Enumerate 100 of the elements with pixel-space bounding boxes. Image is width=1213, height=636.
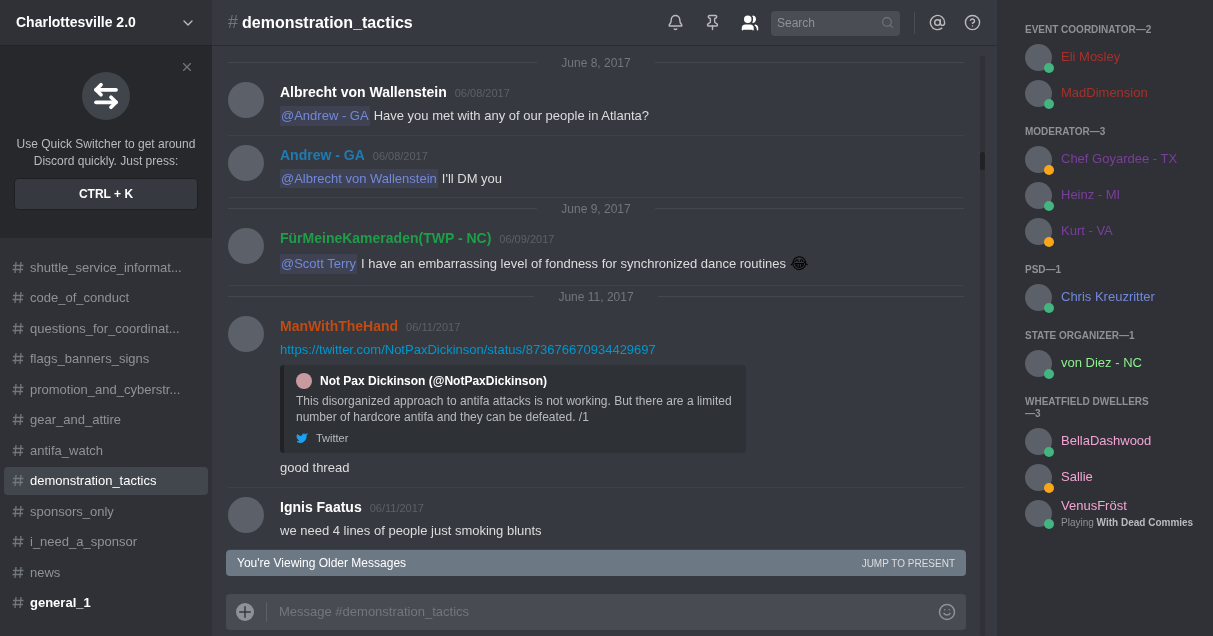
members-icon[interactable] xyxy=(741,13,759,32)
member-name: von Diez - NC xyxy=(1061,354,1142,373)
member-name: Kurt - VA xyxy=(1061,222,1113,241)
avatar xyxy=(1025,181,1052,209)
close-icon[interactable] xyxy=(180,60,194,74)
hash-icon xyxy=(12,565,24,579)
channel-item[interactable]: antifa_watch xyxy=(4,436,208,465)
channel-title: demonstration_tactics xyxy=(242,12,413,33)
user-mention[interactable]: @Albrecht von Wallenstein xyxy=(280,168,438,188)
jump-to-present-link[interactable]: JUMP TO PRESENT xyxy=(861,555,955,571)
author-name[interactable]: Albrecht von Wallenstein xyxy=(280,82,447,103)
avatar[interactable] xyxy=(228,228,264,264)
channel-item[interactable]: i_need_a_sponsor xyxy=(4,527,208,556)
member-item[interactable]: Sallie xyxy=(1025,462,1213,492)
channel-item[interactable]: shuttle_service_informat... xyxy=(4,253,208,282)
member-name: Sallie xyxy=(1061,468,1093,487)
author-name[interactable]: FürMeineKameraden(TWP - NC) xyxy=(280,228,492,249)
message-text: I'll DM you xyxy=(441,169,503,188)
channel-item[interactable]: questions_for_coordinat... xyxy=(4,314,208,343)
hash-icon xyxy=(12,291,24,305)
bird-icon xyxy=(296,431,308,444)
channel-item[interactable]: news xyxy=(4,558,208,587)
embed-footer: Twitter xyxy=(316,429,349,446)
embed-text: This disorganized approach to antifa attacks is not working. But there are a limited number of hardcore antifa and they can be defeated. /1 xyxy=(296,392,733,425)
role-heading: WHEATFIELD DWELLERS—3 xyxy=(1025,396,1150,420)
role-heading: EVENT COORDINATOR—2 xyxy=(1025,24,1153,36)
message-text: Have you met with any of our people in Atlanta? xyxy=(373,107,649,125)
embed-author[interactable]: Not Pax Dickinson (@NotPaxDickinson) xyxy=(320,371,548,390)
channel-item[interactable]: flags_banners_signs xyxy=(4,344,208,373)
avatar[interactable] xyxy=(228,144,264,181)
hash-icon xyxy=(12,596,24,610)
member-item[interactable]: VenusFröst Playing With Dead Commies xyxy=(1025,498,1213,528)
hash-icon xyxy=(12,504,24,518)
author-name[interactable]: ManWithTheHand xyxy=(280,316,399,337)
author-name[interactable]: Andrew - GA xyxy=(280,144,365,166)
date-divider: June 11, 2017 xyxy=(558,288,634,306)
member-name: VenusFröst xyxy=(1061,496,1128,515)
add-icon[interactable] xyxy=(236,603,254,621)
hash-icon xyxy=(12,535,24,549)
message-text: good thread xyxy=(280,459,350,477)
channel-item[interactable]: general_1 xyxy=(4,588,208,617)
member-name: Chris Kreuzritter xyxy=(1061,288,1155,307)
avatar[interactable] xyxy=(228,496,264,533)
avatar xyxy=(1025,427,1052,455)
member-name: MadDimension xyxy=(1061,84,1148,103)
message-text: I have an embarrassing level of fondness for synchronized dance routines xyxy=(361,255,786,274)
hash-icon xyxy=(12,352,24,366)
avatar xyxy=(1025,217,1052,245)
shortcut-button[interactable]: CTRL + K xyxy=(14,178,198,210)
arrows-icon xyxy=(82,72,130,120)
member-item[interactable]: Chris Kreuzritter xyxy=(1025,282,1213,312)
emoji: 😂 xyxy=(790,253,809,275)
hash-icon xyxy=(12,443,24,457)
date-divider: June 8, 2017 xyxy=(561,54,631,72)
member-name: Heinz - MI xyxy=(1061,186,1121,205)
avatar xyxy=(1025,349,1052,377)
avatar[interactable] xyxy=(228,316,264,352)
message-text: we need 4 lines of people just smoking blunts xyxy=(280,521,542,540)
avatar xyxy=(1025,463,1052,491)
avatar xyxy=(1025,499,1052,527)
member-item[interactable]: von Diez - NC xyxy=(1025,348,1213,378)
date-divider: June 9, 2017 xyxy=(561,200,631,218)
quick-switcher-hint: Use Quick Switcher to get around Discord quickly. Just press: xyxy=(15,136,197,170)
hash-icon xyxy=(12,413,24,427)
channel-item[interactable]: gear_and_attire xyxy=(4,405,208,434)
member-item[interactable]: BellaDashwood xyxy=(1025,426,1213,456)
help-icon[interactable] xyxy=(964,14,981,31)
older-messages-bar[interactable]: You're Viewing Older Messages JUMP TO PRESENT xyxy=(226,550,966,576)
mention-icon[interactable] xyxy=(929,14,946,31)
avatar xyxy=(1025,43,1052,71)
role-heading: PSD—1 xyxy=(1025,264,1063,276)
hash-icon: # xyxy=(228,9,238,36)
hash-icon xyxy=(12,474,24,488)
avatar xyxy=(1025,79,1052,107)
scrollbar-thumb[interactable] xyxy=(980,152,985,170)
embed-avatar xyxy=(296,372,312,389)
avatar[interactable] xyxy=(228,82,264,118)
avatar xyxy=(1025,145,1052,173)
pin-icon[interactable] xyxy=(704,14,721,31)
user-mention[interactable]: @Andrew - GA xyxy=(280,106,370,126)
bell-icon[interactable] xyxy=(667,14,684,31)
channel-item[interactable]: sponsors_only xyxy=(4,497,208,526)
user-mention[interactable]: @Scott Terry xyxy=(280,254,358,274)
author-name[interactable]: Ignis Faatus xyxy=(280,496,362,518)
search-icon xyxy=(881,16,894,29)
hash-icon xyxy=(12,382,24,396)
role-heading: STATE ORGANIZER—1 xyxy=(1025,330,1136,342)
search-field[interactable]: Search xyxy=(771,10,900,36)
avatar xyxy=(1025,283,1052,311)
hash-icon xyxy=(12,260,24,274)
activity-text: Playing With Dead Commies xyxy=(1061,516,1194,531)
role-heading: MODERATOR—3 xyxy=(1025,126,1107,138)
channel-item[interactable]: promotion_and_cyberstr... xyxy=(4,375,208,404)
member-name: Chef Goyardee - TX xyxy=(1061,150,1178,169)
emoji-icon[interactable] xyxy=(938,603,956,621)
tweet-link[interactable]: https://twitter.com/NotPaxDickinson/status/873676670934429697 xyxy=(280,340,746,360)
member-name: BellaDashwood xyxy=(1061,432,1152,451)
channel-item[interactable]: demonstration_tactics xyxy=(4,466,208,495)
member-name: Eli Mosley xyxy=(1061,48,1121,67)
channel-item[interactable]: code_of_conduct xyxy=(4,283,208,312)
